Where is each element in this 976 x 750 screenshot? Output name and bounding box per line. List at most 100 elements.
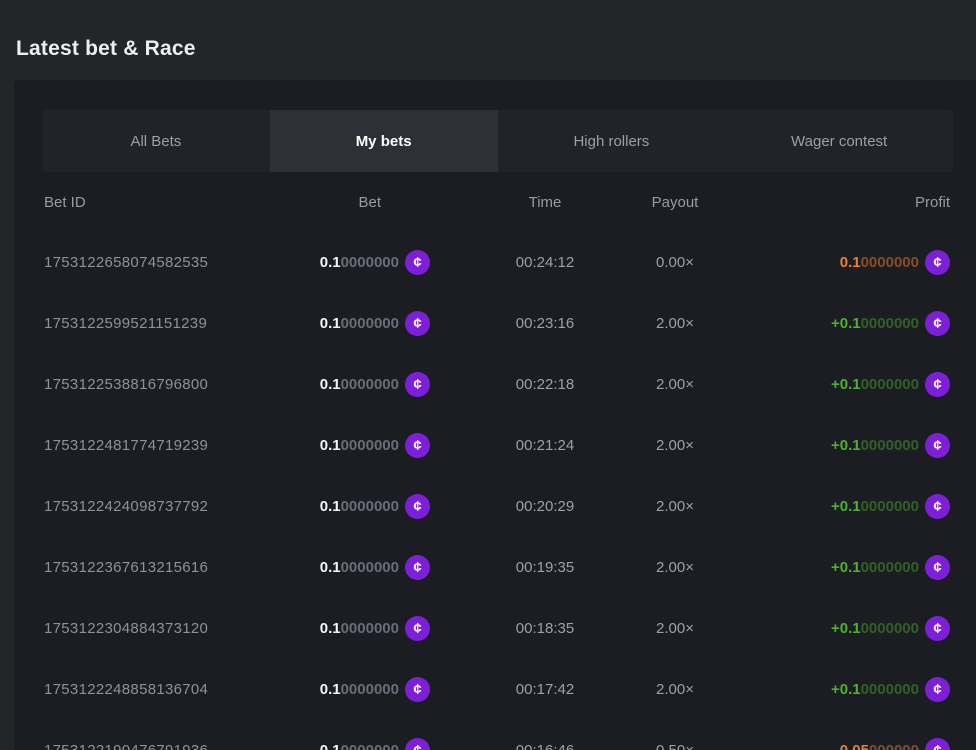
profit-cell: 0.10000000 ¢ bbox=[740, 250, 976, 275]
bet-cell: 0.10000000 ¢ bbox=[330, 433, 480, 458]
bet-amount: 0.10000000 bbox=[320, 315, 399, 332]
bet-cell: 0.10000000 ¢ bbox=[330, 738, 480, 750]
cent-coin-icon: ¢ bbox=[925, 250, 950, 275]
tab-all-bets[interactable]: All Bets bbox=[42, 110, 270, 172]
cent-coin-icon: ¢ bbox=[925, 738, 950, 750]
bet-amount: 0.10000000 bbox=[320, 498, 399, 515]
column-header-payout: Payout bbox=[610, 194, 740, 211]
profit-amount-trailing-zeros: 0000000 bbox=[861, 437, 919, 454]
bet-payout: 2.00× bbox=[610, 498, 740, 515]
profit-cell: +0.10000000 ¢ bbox=[740, 372, 976, 397]
profit-amount: +0.10000000 bbox=[831, 498, 919, 515]
bet-time: 00:18:35 bbox=[480, 620, 610, 637]
page-header: Latest bet & Race bbox=[0, 0, 976, 62]
table-row[interactable]: 1753122367613215616 0.10000000 ¢ 00:19:3… bbox=[14, 537, 976, 598]
bet-amount-main: 0.1 bbox=[320, 254, 341, 271]
bet-amount: 0.10000000 bbox=[320, 620, 399, 637]
cent-coin-icon: ¢ bbox=[405, 311, 430, 336]
bet-amount-trailing-zeros: 0000000 bbox=[341, 254, 399, 271]
cent-coin-icon: ¢ bbox=[925, 494, 950, 519]
profit-amount: +0.10000000 bbox=[831, 315, 919, 332]
profit-amount-main: 0.05 bbox=[840, 742, 869, 750]
cent-coin-icon: ¢ bbox=[925, 372, 950, 397]
table-body: 1753122658074582535 0.10000000 ¢ 00:24:1… bbox=[14, 232, 976, 750]
table-row[interactable]: 1753122248858136704 0.10000000 ¢ 00:17:4… bbox=[14, 659, 976, 720]
bet-cell: 0.10000000 ¢ bbox=[330, 616, 480, 641]
bet-amount: 0.10000000 bbox=[320, 254, 399, 271]
cent-coin-icon: ¢ bbox=[405, 372, 430, 397]
tab-wager-contest[interactable]: Wager contest bbox=[725, 110, 953, 172]
tab-bar: All Bets My bets High rollers Wager cont… bbox=[42, 110, 953, 172]
bet-time: 00:19:35 bbox=[480, 559, 610, 576]
tab-label: Wager contest bbox=[791, 133, 887, 150]
bet-amount-main: 0.1 bbox=[320, 437, 341, 454]
profit-amount-trailing-zeros: 0000000 bbox=[861, 559, 919, 576]
bet-amount-trailing-zeros: 0000000 bbox=[341, 376, 399, 393]
table-row[interactable]: 1753122481774719239 0.10000000 ¢ 00:21:2… bbox=[14, 415, 976, 476]
profit-amount-trailing-zeros: 0000000 bbox=[861, 315, 919, 332]
table-row[interactable]: 1753122538816796800 0.10000000 ¢ 00:22:1… bbox=[14, 354, 976, 415]
profit-amount-main: +0.1 bbox=[831, 315, 861, 332]
cent-coin-icon: ¢ bbox=[925, 677, 950, 702]
profit-amount: +0.10000000 bbox=[831, 681, 919, 698]
bet-time: 00:16:46 bbox=[480, 742, 610, 750]
profit-cell: +0.10000000 ¢ bbox=[740, 433, 976, 458]
bet-cell: 0.10000000 ¢ bbox=[330, 250, 480, 275]
bet-id-value: 1753122367613215616 bbox=[44, 559, 330, 576]
cent-coin-icon: ¢ bbox=[405, 494, 430, 519]
profit-amount-main: +0.1 bbox=[831, 376, 861, 393]
bet-payout: 2.00× bbox=[610, 559, 740, 576]
bet-amount-trailing-zeros: 0000000 bbox=[341, 742, 399, 750]
bet-id-value: 1753122658074582535 bbox=[44, 254, 330, 271]
bet-amount-main: 0.1 bbox=[320, 742, 341, 750]
table-row[interactable]: 1753122599521151239 0.10000000 ¢ 00:23:1… bbox=[14, 293, 976, 354]
cent-coin-icon: ¢ bbox=[405, 677, 430, 702]
column-header-bet-id: Bet ID bbox=[44, 194, 330, 211]
bet-time: 00:24:12 bbox=[480, 254, 610, 271]
table-row[interactable]: 1753122190476791936 0.10000000 ¢ 00:16:4… bbox=[14, 720, 976, 750]
bet-amount-main: 0.1 bbox=[320, 620, 341, 637]
table-row[interactable]: 1753122424098737792 0.10000000 ¢ 00:20:2… bbox=[14, 476, 976, 537]
bet-payout: 0.00× bbox=[610, 254, 740, 271]
profit-amount-main: +0.1 bbox=[831, 620, 861, 637]
bet-payout: 2.00× bbox=[610, 315, 740, 332]
bet-id-value: 1753122248858136704 bbox=[44, 681, 330, 698]
profit-cell: +0.10000000 ¢ bbox=[740, 616, 976, 641]
table-row[interactable]: 1753122658074582535 0.10000000 ¢ 00:24:1… bbox=[14, 232, 976, 293]
cent-coin-icon: ¢ bbox=[405, 250, 430, 275]
table-header-row: Bet ID Bet Time Payout Profit bbox=[14, 172, 976, 232]
profit-amount-trailing-zeros: 000000 bbox=[869, 742, 919, 750]
cent-coin-icon: ¢ bbox=[925, 433, 950, 458]
cent-coin-icon: ¢ bbox=[405, 555, 430, 580]
bets-panel: All Bets My bets High rollers Wager cont… bbox=[14, 80, 976, 750]
bet-id-value: 1753122538816796800 bbox=[44, 376, 330, 393]
page-title: Latest bet & Race bbox=[16, 36, 960, 62]
profit-cell: +0.10000000 ¢ bbox=[740, 677, 976, 702]
bet-payout: 2.00× bbox=[610, 437, 740, 454]
bet-payout: 0.50× bbox=[610, 742, 740, 750]
bet-time: 00:23:16 bbox=[480, 315, 610, 332]
profit-amount-trailing-zeros: 0000000 bbox=[861, 376, 919, 393]
profit-amount: +0.10000000 bbox=[831, 437, 919, 454]
bet-payout: 2.00× bbox=[610, 620, 740, 637]
bet-cell: 0.10000000 ¢ bbox=[330, 677, 480, 702]
tab-my-bets[interactable]: My bets bbox=[270, 110, 498, 172]
profit-amount-main: +0.1 bbox=[831, 437, 861, 454]
bet-amount: 0.10000000 bbox=[320, 437, 399, 454]
bet-amount-main: 0.1 bbox=[320, 315, 341, 332]
tab-high-rollers[interactable]: High rollers bbox=[498, 110, 726, 172]
bet-amount-trailing-zeros: 0000000 bbox=[341, 315, 399, 332]
table-row[interactable]: 1753122304884373120 0.10000000 ¢ 00:18:3… bbox=[14, 598, 976, 659]
bet-id-value: 1753122190476791936 bbox=[44, 742, 330, 750]
column-header-bet: Bet bbox=[330, 194, 480, 211]
bet-id-value: 1753122481774719239 bbox=[44, 437, 330, 454]
bet-cell: 0.10000000 ¢ bbox=[330, 372, 480, 397]
tab-label: My bets bbox=[356, 133, 412, 150]
profit-amount-main: +0.1 bbox=[831, 681, 861, 698]
column-header-time: Time bbox=[480, 194, 610, 211]
bet-id-value: 1753122304884373120 bbox=[44, 620, 330, 637]
profit-amount: +0.10000000 bbox=[831, 376, 919, 393]
bet-cell: 0.10000000 ¢ bbox=[330, 494, 480, 519]
bet-amount-trailing-zeros: 0000000 bbox=[341, 498, 399, 515]
profit-amount: 0.05000000 bbox=[840, 742, 919, 750]
